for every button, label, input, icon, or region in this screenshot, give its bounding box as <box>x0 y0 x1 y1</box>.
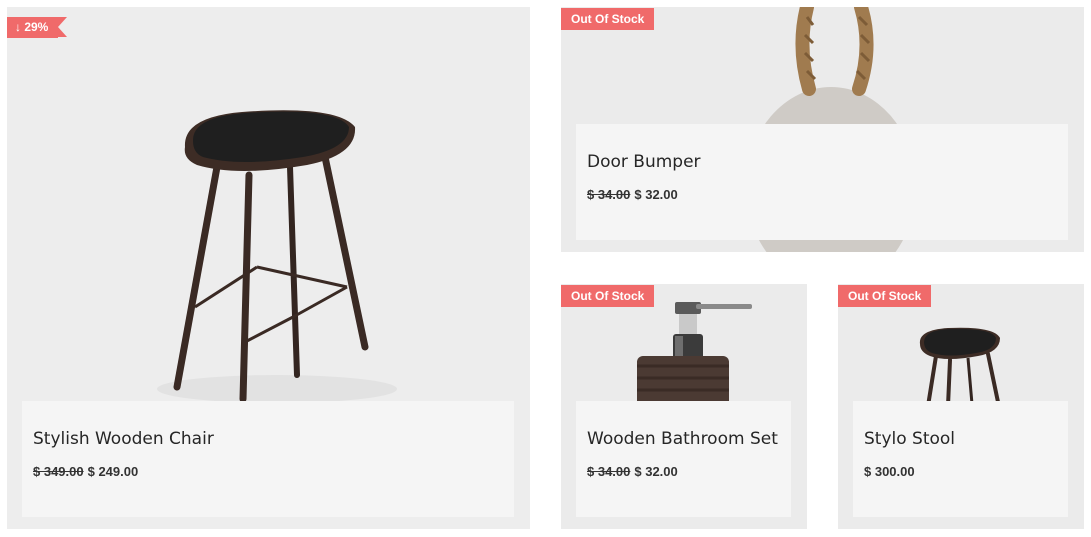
product-price: $ 34.00 $ 32.00 <box>587 464 678 479</box>
product-info-panel: Stylish Wooden Chair $ 349.00 $ 249.00 <box>22 401 514 517</box>
out-of-stock-badge: Out Of Stock <box>561 8 655 30</box>
product-info-panel: Stylo Stool $ 300.00 <box>853 401 1068 517</box>
product-card-stylo-stool[interactable]: Out Of Stock Stylo Stool $ 300.00 <box>838 284 1084 529</box>
current-price: $ 249.00 <box>87 464 139 479</box>
current-price: $ 300.00 <box>864 464 915 479</box>
product-price: $ 34.00 $ 32.00 <box>587 187 678 202</box>
product-price: $ 349.00 $ 249.00 <box>33 464 138 479</box>
product-title[interactable]: Wooden Bathroom Set <box>587 429 778 449</box>
product-price: $ 300.00 <box>864 464 915 479</box>
out-of-stock-badge: Out Of Stock <box>561 285 655 307</box>
product-title[interactable]: Stylo Stool <box>864 429 955 449</box>
old-price: $ 34.00 <box>587 464 631 479</box>
old-price: $ 349.00 <box>33 464 84 479</box>
product-info-panel: Wooden Bathroom Set $ 34.00 $ 32.00 <box>576 401 791 517</box>
product-card-stylish-wooden-chair[interactable]: ↓ 29% Stylish Wooden Chair $ 349.00 $ 249… <box>7 7 530 529</box>
product-info-panel: Door Bumper $ 34.00 $ 32.00 <box>576 124 1068 240</box>
discount-badge: ↓ 29% <box>7 17 68 38</box>
current-price: $ 32.00 <box>634 464 678 479</box>
product-card-door-bumper[interactable]: Out Of Stock Door Bumper $ 34.00 $ 32.00 <box>561 7 1084 252</box>
out-of-stock-badge: Out Of Stock <box>838 285 932 307</box>
old-price: $ 34.00 <box>587 187 631 202</box>
current-price: $ 32.00 <box>634 187 678 202</box>
product-title[interactable]: Door Bumper <box>587 152 701 172</box>
product-title[interactable]: Stylish Wooden Chair <box>33 429 214 449</box>
product-card-wooden-bathroom-set[interactable]: Out Of Stock Wooden Bathroom Set $ 34.00… <box>561 284 807 529</box>
